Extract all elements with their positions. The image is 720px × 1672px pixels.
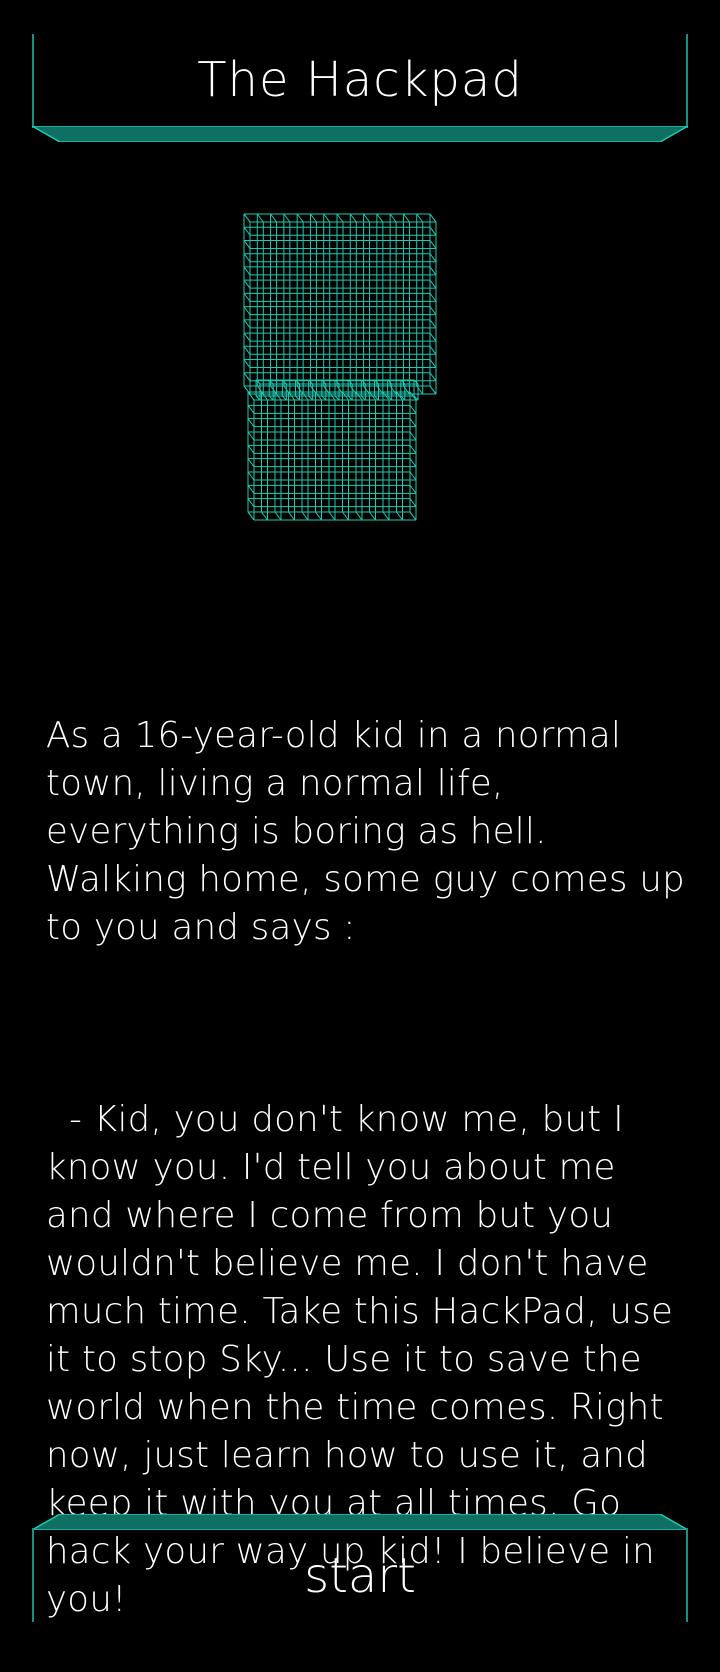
story-paragraph-intro: As a 16-year-old kid in a normal town, l… xyxy=(46,715,697,948)
hackpad-wireframe-icon xyxy=(243,213,437,521)
title-panel-bevel xyxy=(32,126,688,142)
title-panel: The Hackpad xyxy=(32,34,688,142)
start-button-bevel xyxy=(32,1514,688,1530)
start-button-label: start xyxy=(304,1548,416,1604)
start-button[interactable]: start xyxy=(32,1514,688,1622)
page-title: The Hackpad xyxy=(197,52,523,108)
